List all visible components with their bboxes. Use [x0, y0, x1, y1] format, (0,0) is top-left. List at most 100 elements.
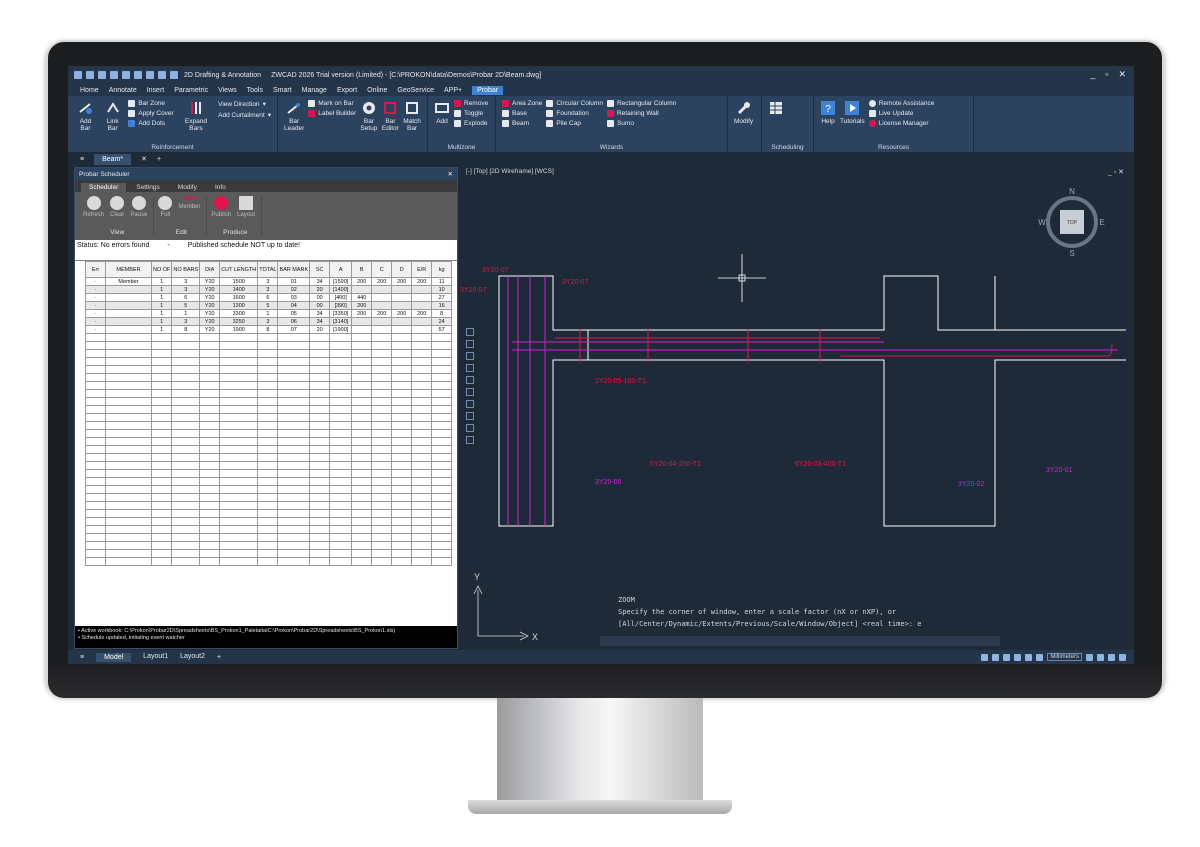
table-cell[interactable] [329, 549, 353, 558]
table-cell[interactable] [150, 349, 173, 358]
table-cell[interactable] [391, 349, 413, 358]
table-cell[interactable]: [3140] [329, 317, 353, 326]
table-cell[interactable] [219, 517, 259, 526]
tool-icon[interactable] [466, 436, 474, 444]
table-cell[interactable] [171, 381, 201, 390]
table-row[interactable] [85, 485, 453, 494]
table-cell[interactable] [257, 365, 279, 374]
table-cell[interactable] [431, 501, 453, 510]
table-cell[interactable] [309, 557, 331, 566]
column-header[interactable]: Err [85, 261, 106, 278]
table-cell[interactable] [371, 317, 393, 326]
table-cell[interactable] [85, 373, 106, 382]
table-cell[interactable] [171, 461, 201, 470]
table-cell[interactable] [391, 341, 413, 350]
table-cell[interactable] [85, 517, 106, 526]
table-cell[interactable] [150, 437, 173, 446]
table-cell[interactable] [85, 445, 106, 454]
sumo-button[interactable]: Sumo [606, 120, 676, 127]
table-cell[interactable] [219, 429, 259, 438]
table-cell[interactable] [277, 341, 311, 350]
table-cell[interactable] [257, 333, 279, 342]
table-cell[interactable] [105, 301, 152, 310]
table-cell[interactable] [257, 533, 279, 542]
table-cell[interactable] [277, 557, 311, 566]
table-cell[interactable] [371, 501, 393, 510]
table-row[interactable] [85, 461, 453, 470]
table-cell[interactable] [257, 357, 279, 366]
table-cell[interactable] [277, 381, 311, 390]
tutorials-button[interactable]: Tutorials [840, 100, 865, 140]
table-cell[interactable] [171, 445, 201, 454]
table-cell[interactable] [431, 357, 453, 366]
table-cell[interactable] [85, 349, 106, 358]
table-cell[interactable]: 1300 [219, 301, 259, 310]
table-cell[interactable] [391, 501, 413, 510]
table-cell[interactable] [105, 397, 152, 406]
table-cell[interactable] [150, 509, 173, 518]
tab-close-icon[interactable]: ✕ [141, 155, 147, 163]
table-cell[interactable] [257, 429, 279, 438]
table-cell[interactable] [329, 533, 353, 542]
table-cell[interactable] [391, 549, 413, 558]
table-cell[interactable] [277, 421, 311, 430]
table-cell[interactable] [257, 541, 279, 550]
table-cell[interactable] [371, 445, 393, 454]
table-cell[interactable] [219, 405, 259, 414]
table-cell[interactable] [105, 293, 152, 302]
table-cell[interactable] [171, 549, 201, 558]
circular-column-button[interactable]: Circular Column [546, 100, 603, 107]
table-cell[interactable] [219, 541, 259, 550]
table-cell[interactable] [257, 421, 279, 430]
table-cell[interactable]: 16 [431, 301, 453, 310]
table-cell[interactable]: 1 [150, 285, 173, 294]
table-cell[interactable] [329, 453, 353, 462]
table-cell[interactable] [411, 493, 433, 502]
table-cell[interactable] [371, 341, 393, 350]
table-cell[interactable]: · [85, 285, 106, 294]
column-header[interactable]: DIA [199, 261, 221, 278]
hamburger-icon[interactable]: ≡ [80, 156, 84, 163]
table-cell[interactable] [431, 549, 453, 558]
table-cell[interactable] [150, 421, 173, 430]
table-cell[interactable] [105, 373, 152, 382]
table-cell[interactable] [150, 341, 173, 350]
table-cell[interactable] [199, 469, 221, 478]
table-row[interactable]: · 1 3 Y20 3250 3 06 34 [3140] 24 [85, 317, 453, 326]
table-cell[interactable] [329, 349, 353, 358]
table-cell[interactable] [199, 429, 221, 438]
expand-bars-button[interactable]: Expand Bars [178, 100, 214, 140]
bar-label[interactable]: 6Y20-03-400-T1 [795, 461, 846, 468]
table-cell[interactable] [309, 341, 331, 350]
table-row[interactable] [85, 429, 453, 438]
table-cell[interactable] [351, 365, 373, 374]
area-zone-button[interactable]: Area Zone [502, 100, 542, 107]
table-cell[interactable] [277, 333, 311, 342]
table-cell[interactable] [171, 533, 201, 542]
table-cell[interactable] [351, 437, 373, 446]
tab-beam[interactable]: Beam* [94, 153, 132, 165]
toggle-button[interactable]: Toggle [454, 110, 488, 117]
table-cell[interactable]: 3 [257, 285, 279, 294]
table-cell[interactable] [351, 501, 373, 510]
table-cell[interactable] [105, 549, 152, 558]
table-cell[interactable] [411, 357, 433, 366]
table-cell[interactable] [105, 437, 152, 446]
table-cell[interactable] [171, 357, 201, 366]
table-cell[interactable] [309, 373, 331, 382]
tool-icon[interactable] [466, 400, 474, 408]
table-cell[interactable] [371, 381, 393, 390]
label-builder-button[interactable]: Label Builder [308, 110, 356, 117]
table-cell[interactable] [105, 309, 152, 318]
table-cell[interactable] [171, 333, 201, 342]
table-row[interactable]: · 1 5 Y20 1300 5 04 00 [390] 200 16 [85, 301, 453, 310]
table-cell[interactable]: 01 [277, 277, 311, 286]
table-cell[interactable]: 34 [309, 277, 331, 286]
table-cell[interactable] [309, 469, 331, 478]
table-cell[interactable] [431, 445, 453, 454]
table-cell[interactable]: 200 [371, 309, 393, 318]
base-button[interactable]: Base [502, 110, 542, 117]
table-cell[interactable] [411, 333, 433, 342]
table-cell[interactable] [85, 437, 106, 446]
table-cell[interactable] [150, 429, 173, 438]
